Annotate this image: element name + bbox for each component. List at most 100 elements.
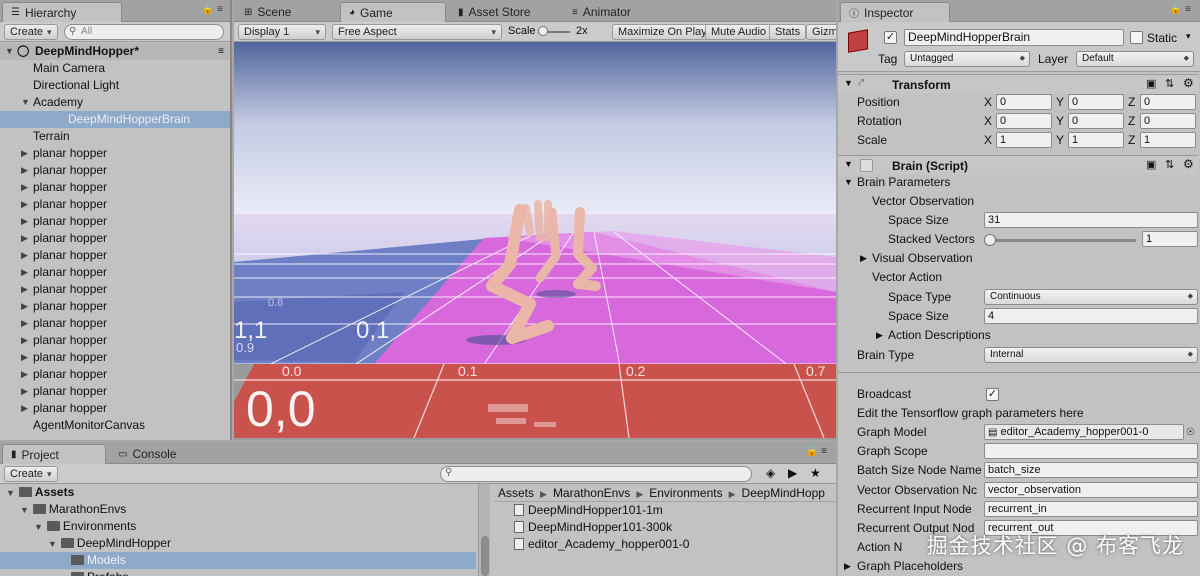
hierarchy-item[interactable]: ▶ planar hopper [0,162,232,179]
stacked-vectors-slider[interactable] [984,234,1136,246]
expand-arrow-icon[interactable]: ▼ [48,539,57,549]
hierarchy-item[interactable]: ▶ planar hopper [0,383,232,400]
rotation-z-field[interactable]: 0 [1140,113,1196,129]
project-folder-item[interactable]: Prefabs [0,569,476,576]
foldout-arrow-icon[interactable]: ▼ [844,78,853,88]
hierarchy-item[interactable]: Main Camera [0,60,232,77]
hierarchy-item[interactable]: ▶ planar hopper [0,400,232,417]
space-type-dropdown[interactable]: Continuous [984,289,1198,305]
tag-dropdown[interactable]: Untagged [904,51,1030,67]
collapse-arrow-icon[interactable]: ▶ [21,298,28,315]
expand-arrow-icon[interactable]: ▼ [5,43,14,60]
book-icon[interactable]: ▣ [1146,77,1156,90]
collapse-arrow-icon[interactable]: ▶ [21,179,28,196]
broadcast-checkbox[interactable]: ✓ [986,388,999,401]
hierarchy-item[interactable]: Directional Light [0,77,232,94]
project-folder-item[interactable]: ▼ Environments [0,518,476,535]
panel-menu-icon[interactable]: 🔒≡ [806,446,830,457]
scale-z-field[interactable]: 1 [1140,132,1196,148]
gear-icon[interactable]: ⚙ [1183,76,1194,90]
tab-hierarchy[interactable]: ☰ Hierarchy [2,2,122,22]
hierarchy-splitter[interactable] [230,0,232,440]
project-file-item[interactable]: DeepMindHopper101-1m [494,502,836,519]
collapse-arrow-icon[interactable]: ▶ [21,196,28,213]
breadcrumb-item[interactable]: DeepMindHopp [742,486,825,500]
hierarchy-item[interactable]: Terrain [0,128,232,145]
maximize-on-play-toggle[interactable]: Maximize On Play [612,24,713,40]
panel-menu-icon[interactable]: 🔒≡ [1170,4,1194,15]
space-size-field[interactable]: 31 [984,212,1198,228]
collapse-arrow-icon[interactable]: ▶ [21,213,28,230]
graph-model-field[interactable]: ▤ editor_Academy_hopper001-0 [984,424,1184,440]
preset-icon[interactable]: ⇅ [1165,158,1174,171]
project-folder-item[interactable]: ▼ MarathonEnvs [0,501,476,518]
rotation-x-field[interactable]: 0 [996,113,1052,129]
hierarchy-item[interactable]: ▶ planar hopper [0,315,232,332]
expand-arrow-icon[interactable]: ▼ [34,522,43,532]
hierarchy-item[interactable]: ▶ planar hopper [0,349,232,366]
hierarchy-item[interactable]: ▶ planar hopper [0,247,232,264]
project-folder-item[interactable]: ▼ DeepMindHopper [0,535,476,552]
hierarchy-item[interactable]: ▶ planar hopper [0,264,232,281]
rotation-y-field[interactable]: 0 [1068,113,1124,129]
project-splitter[interactable] [478,484,490,576]
preset-icon[interactable]: ⇅ [1165,77,1174,90]
brain-parameters-foldout[interactable]: ▼ Brain Parameters [838,173,1198,192]
expand-arrow-icon[interactable]: ▼ [20,505,29,515]
collapse-arrow-icon[interactable]: ▶ [21,400,28,417]
hierarchy-item[interactable]: ▶ planar hopper [0,179,232,196]
collapse-arrow-icon[interactable]: ▶ [21,162,28,179]
tab-project[interactable]: ▮ Project [2,444,106,464]
layer-dropdown[interactable]: Default [1076,51,1194,67]
scene-row[interactable]: ▼ ◯ DeepMindHopper* ≡ [0,43,232,60]
breadcrumb-item[interactable]: Assets [498,486,534,500]
object-name-field[interactable]: DeepMindHopperBrain [904,29,1124,46]
collapse-arrow-icon[interactable]: ▶ [21,230,28,247]
search-input[interactable]: ⚲ All [64,24,224,40]
tab-asset-store[interactable]: ▮ Asset Store [450,2,560,22]
hierarchy-item[interactable]: ▶ planar hopper [0,281,232,298]
object-picker-icon[interactable]: ☉ [1186,423,1195,442]
stacked-vectors-field[interactable]: 1 [1142,231,1198,247]
project-file-item[interactable]: DeepMindHopper101-300k [494,519,836,536]
game-view[interactable]: 0,0 0,1 1,1 0.0 0.1 0.2 0.7 0.9 0.8 [234,42,836,438]
collapse-arrow-icon[interactable]: ▶ [21,315,28,332]
tab-animator[interactable]: ≡ Animator [564,2,674,22]
vector-obs-node-field[interactable]: vector_observation [984,482,1198,498]
collapse-arrow-icon[interactable]: ▶ [21,349,28,366]
breadcrumb-item[interactable]: Environments [649,486,722,500]
position-z-field[interactable]: 0 [1140,94,1196,110]
project-file-item[interactable]: editor_Academy_hopper001-0 [494,536,836,553]
collapse-arrow-icon[interactable]: ▶ [21,264,28,281]
batch-size-field[interactable]: batch_size [984,462,1198,478]
expand-arrow-icon[interactable] [62,556,67,566]
action-descriptions-foldout[interactable]: ▶ Action Descriptions [838,326,1198,345]
foldout-arrow-icon[interactable]: ▼ [844,159,853,169]
position-y-field[interactable]: 0 [1068,94,1124,110]
tab-console[interactable]: ▭ Console [110,444,214,464]
stats-toggle[interactable]: Stats [769,24,807,40]
recurrent-input-field[interactable]: recurrent_in [984,501,1198,517]
stacked-vectors-slider-thumb[interactable] [984,234,996,246]
tab-scene[interactable]: ⊞ Scene [236,2,334,22]
gizmos-dropdown[interactable]: Gizmo [806,24,836,40]
create-button[interactable]: Create [4,24,58,40]
display-dropdown[interactable]: Display 1 [238,24,326,40]
collapse-arrow-icon[interactable]: ▶ [21,281,28,298]
project-folder-item[interactable]: Models [0,552,476,569]
hierarchy-item[interactable]: DeepMindHopperBrain [0,111,232,128]
collapse-arrow-icon[interactable]: ▶ [21,383,28,400]
collapse-arrow-icon[interactable]: ▶ [21,366,28,383]
filter-type-icon[interactable]: ◈ [766,466,775,480]
panel-menu-icon[interactable]: 🔒≡ [202,4,226,15]
star-icon[interactable]: ★ [810,466,821,480]
brain-enabled-checkbox[interactable] [860,159,873,172]
hierarchy-item[interactable]: ▶ planar hopper [0,213,232,230]
hierarchy-item[interactable]: ▶ planar hopper [0,196,232,213]
expand-arrow-icon[interactable]: ▼ [6,488,15,498]
graph-scope-field[interactable] [984,443,1198,459]
hierarchy-item[interactable]: ▶ planar hopper [0,298,232,315]
label-filter-icon[interactable]: ▶ [788,466,797,480]
tab-game[interactable]: ◕ Game [340,2,446,22]
collapse-arrow-icon[interactable]: ▶ [21,145,28,162]
